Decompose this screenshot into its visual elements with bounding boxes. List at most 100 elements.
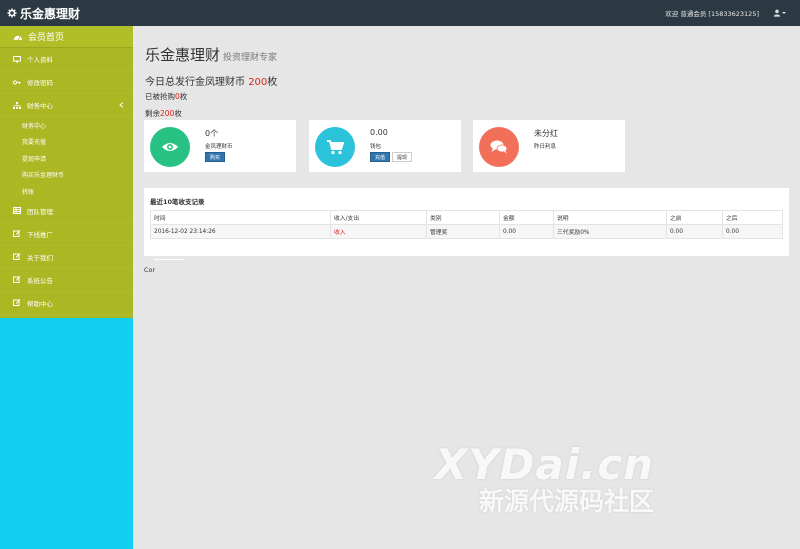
- issued-value: 200: [248, 77, 268, 88]
- table-row: 2016-12-02 23:14:26 收入 管理奖 0.00 三代奖励0% 0…: [150, 224, 783, 239]
- table-cell: 2016-12-02 23:14:26: [150, 224, 331, 239]
- coin-card-circle: [150, 127, 190, 167]
- dividend-status: 未分红: [534, 129, 558, 138]
- sidebar-item-label: 关于我们: [27, 253, 53, 262]
- remaining-summary: 剩余200枚: [145, 108, 182, 119]
- sidebar-item-label: 修改密码: [27, 79, 53, 87]
- sidebar-item-about[interactable]: 关于我们: [0, 246, 133, 269]
- transactions-title: 最近10笔收支记录: [150, 198, 205, 206]
- table-header-row: 时间 收入/支出 类别 金额 说明 之前 之后: [150, 210, 783, 225]
- sidebar-item-promotion[interactable]: 下线推广: [0, 223, 133, 246]
- divider: [154, 259, 184, 260]
- wallet-actions: 充值 提现: [370, 152, 414, 162]
- remaining-value: 200: [160, 109, 175, 118]
- sidebar-item-label: 系统公告: [27, 276, 53, 285]
- sidebar-item-password[interactable]: 修改密码: [0, 71, 133, 94]
- sidebar-item-finance[interactable]: 财务中心: [0, 94, 133, 117]
- table-header-cell: 时间: [150, 210, 331, 225]
- recharge-button[interactable]: 充值: [370, 152, 391, 162]
- sidebar-subitem-finance-center[interactable]: 财务中心: [0, 117, 133, 134]
- wallet-balance: 0.00: [370, 128, 388, 137]
- remaining-unit: 枚: [174, 109, 182, 118]
- sidebar-subitem-label: 购买乐金理财币: [22, 172, 65, 180]
- table-icon: [13, 207, 21, 214]
- main-content: 乐金惠理财 投资理财专家 今日总发行金凤理财币 200枚 已被抢购0枚 剩余200…: [133, 26, 800, 549]
- issued-label: 今日总发行金凤理财币: [145, 77, 245, 88]
- sidebar-item-profile[interactable]: 个人资料: [0, 48, 133, 71]
- edit-icon: [13, 230, 21, 237]
- interest-card-circle: [479, 127, 519, 167]
- sidebar-menu: 会员首页 个人资料 修改密码 财务中心 财务中心 我要充值 提现申请 购买乐金理…: [0, 26, 133, 318]
- table-cell: 0.00: [722, 224, 783, 239]
- brand[interactable]: 乐金惠理财: [0, 0, 80, 26]
- top-navbar: 乐金惠理财 欢迎 普通会员 [15833623125]: [0, 0, 800, 26]
- sidebar-item-team[interactable]: 团队管理: [0, 200, 133, 223]
- sidebar-item-label: 个人资料: [27, 56, 53, 64]
- table-cell: 0.00: [666, 224, 723, 239]
- transactions-table: 时间 收入/支出 类别 金额 说明 之前 之后 2016-12-02 23:14…: [150, 210, 783, 239]
- bought-label: 已被抢购: [145, 92, 175, 101]
- sidebar: 会员首页 个人资料 修改密码 财务中心 财务中心 我要充值 提现申请 购买乐金理…: [0, 26, 133, 549]
- brand-name: 乐金惠理财: [20, 6, 81, 21]
- sidebar-item-label: 会员首页: [28, 33, 65, 43]
- table-header-cell: 金额: [499, 210, 554, 225]
- wallet-card-circle: [315, 127, 355, 167]
- issued-summary: 今日总发行金凤理财币 200枚: [145, 73, 277, 88]
- dashboard-icon: [13, 35, 23, 40]
- sitemap-icon: [13, 101, 21, 109]
- table-header-cell: 之前: [666, 210, 723, 225]
- footer-text: Cor: [144, 266, 156, 274]
- withdraw-button[interactable]: 提现: [392, 152, 413, 162]
- sidebar-subitem-buy-coin[interactable]: 购买乐金理财币: [0, 167, 133, 184]
- page-title-text: 乐金惠理财: [145, 46, 221, 64]
- bought-unit: 枚: [179, 92, 188, 101]
- chat-icon: [490, 140, 508, 154]
- coin-count: 0个: [205, 129, 219, 138]
- welcome-text: 欢迎 普通会员 [15833623125]: [665, 10, 759, 18]
- table-header-cell: 收入/支出: [330, 210, 427, 225]
- wallet-label: 钱包: [370, 144, 382, 150]
- page-subtitle: 投资理财专家: [223, 53, 278, 63]
- sidebar-item-home[interactable]: 会员首页: [0, 26, 133, 48]
- sidebar-item-label: 帮助中心: [27, 299, 53, 308]
- table-header-cell: 之后: [722, 210, 783, 225]
- sidebar-subitem-label: 提现申请: [22, 155, 47, 163]
- user-area: 欢迎 普通会员 [15833623125]: [665, 8, 800, 18]
- sidebar-subitem-withdraw[interactable]: 提现申请: [0, 150, 133, 167]
- sidebar-subitem-transfer[interactable]: 转账: [0, 183, 133, 200]
- table-cell: 三代奖励0%: [553, 224, 667, 239]
- user-icon: [773, 9, 781, 17]
- key-icon: [13, 79, 21, 85]
- transactions-panel: 最近10笔收支记录 时间 收入/支出 类别 金额 说明 之前 之后 2016-1…: [144, 188, 789, 256]
- sidebar-item-label: 下线推广: [27, 230, 53, 239]
- table-cell: 收入: [330, 224, 427, 239]
- chevron-down-icon: [782, 12, 786, 14]
- table-header-cell: 类别: [426, 210, 500, 225]
- user-menu[interactable]: [759, 9, 786, 17]
- coin-label: 金凤理财币: [205, 144, 233, 150]
- buy-button[interactable]: 购买: [205, 152, 226, 162]
- bought-summary: 已被抢购0枚: [145, 91, 187, 102]
- edit-icon: [13, 276, 21, 283]
- wallet-card: 0.00 钱包 充值 提现: [309, 120, 461, 172]
- sidebar-item-announcements[interactable]: 系统公告: [0, 269, 133, 292]
- sidebar-subitem-recharge[interactable]: 我要充值: [0, 134, 133, 151]
- gear-icon: [7, 8, 17, 18]
- remaining-label: 剩余: [145, 109, 160, 118]
- sidebar-item-label: 团队管理: [27, 207, 53, 216]
- sidebar-item-help[interactable]: 帮助中心: [0, 292, 133, 315]
- sidebar-subitem-label: 我要充值: [22, 139, 47, 147]
- sidebar-subitem-label: 财务中心: [22, 122, 47, 130]
- coin-actions: 购买: [205, 152, 227, 162]
- table-header-cell: 说明: [553, 210, 667, 225]
- issued-unit: 枚: [267, 77, 278, 88]
- sidebar-item-label: 财务中心: [27, 102, 53, 110]
- table-cell: 0.00: [499, 224, 554, 239]
- page-title: 乐金惠理财 投资理财专家: [145, 44, 277, 65]
- edit-icon: [13, 299, 21, 306]
- monitor-icon: [13, 55, 21, 62]
- table-cell: 管理奖: [426, 224, 500, 239]
- eye-icon: [162, 143, 178, 151]
- edit-icon: [13, 253, 21, 260]
- interest-label: 昨日利息: [534, 144, 557, 150]
